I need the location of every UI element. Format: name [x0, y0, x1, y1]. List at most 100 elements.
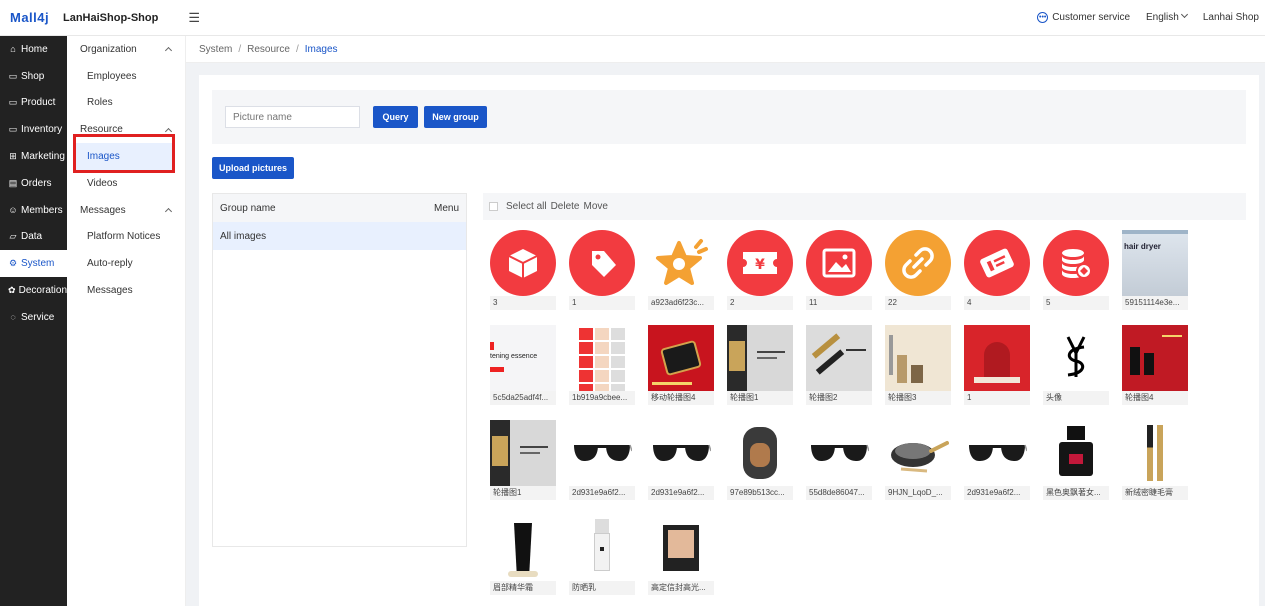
sidebar-item-inventory[interactable]: ▭ Inventory	[0, 116, 67, 143]
image-card[interactable]: 11	[806, 230, 872, 312]
sidebar-item-label: Marketing	[21, 151, 65, 163]
move-action[interactable]: Move	[583, 201, 607, 212]
image-card[interactable]: hair dryer 59151114e3e...	[1122, 230, 1188, 312]
sidebar-item-label: Shop	[21, 70, 45, 82]
sidebar-item-service[interactable]: ◌ Service	[0, 304, 67, 331]
sidebar-item-decoration[interactable]: ✿ Decoration	[0, 277, 67, 304]
select-all-checkbox[interactable]	[489, 202, 498, 211]
header-right: ••• Customer service English Lanhai Shop	[1037, 10, 1265, 23]
image-card[interactable]: tening essence 5c5da25adf4f...	[490, 325, 556, 407]
image-card[interactable]: 1b919a9cbee...	[569, 325, 635, 407]
banner-text-line	[520, 452, 540, 454]
breadcrumb-current: Images	[304, 43, 338, 55]
language-label: English	[1146, 12, 1179, 23]
group-name-header: Group name	[220, 202, 276, 214]
image-card[interactable]: 4	[964, 230, 1030, 312]
submenu-item-platform-notices[interactable]: Platform Notices	[67, 224, 185, 251]
image-caption: 2d931e9a6f2...	[569, 486, 635, 500]
image-card[interactable]: 22	[885, 230, 951, 312]
orders-icon: ▤	[8, 177, 18, 188]
delete-action[interactable]: Delete	[551, 201, 580, 212]
sidebar-item-members[interactable]: ☺ Members	[0, 197, 67, 224]
sidebar-item-marketing[interactable]: ⊞ Marketing	[0, 143, 67, 170]
banner-text-line	[520, 446, 548, 448]
image-card[interactable]: 黑色奥飘著女...	[1043, 420, 1109, 502]
image-card[interactable]: 3	[490, 230, 556, 312]
image-card[interactable]: 1	[964, 325, 1030, 407]
submenu-group-messages[interactable]: Messages	[67, 197, 185, 224]
submenu-item-messages[interactable]: Messages	[67, 277, 185, 304]
banner-text-line	[1162, 335, 1182, 337]
sidebar-item-shop[interactable]: ▭ Shop	[0, 63, 67, 90]
image-caption: 高定信封高光...	[648, 581, 714, 595]
breadcrumb-separator: /	[295, 43, 299, 55]
image-card[interactable]: 2d931e9a6f2...	[648, 420, 714, 502]
mascara-wand	[1147, 425, 1153, 481]
sunglasses-image	[569, 420, 635, 486]
image-card[interactable]: 头像	[1043, 325, 1109, 407]
sidebar-item-product[interactable]: ▭ Product	[0, 90, 67, 117]
image-caption: 3	[490, 296, 556, 310]
upload-pictures-button[interactable]: Upload pictures	[212, 157, 294, 179]
ysl-logo-image	[1043, 325, 1109, 391]
submenu-item-videos[interactable]: Videos	[67, 170, 185, 197]
link-icon	[885, 230, 951, 296]
image-card[interactable]: 新绒密睫毛膏	[1122, 420, 1188, 502]
compact-image	[648, 515, 714, 581]
gold-banner-image	[806, 325, 872, 391]
mascara-image	[1122, 420, 1188, 486]
highlight-annotation	[73, 134, 175, 173]
image-card[interactable]: 高定信封高光...	[648, 515, 714, 597]
image-card[interactable]: 1	[569, 230, 635, 312]
breadcrumb-item[interactable]: Resource	[247, 44, 290, 55]
image-card[interactable]: 轮播图3	[885, 325, 951, 407]
bottle-body	[594, 533, 610, 571]
submenu-item-roles[interactable]: Roles	[67, 90, 185, 117]
banner-text-line	[846, 349, 866, 351]
user-name[interactable]: Lanhai Shop	[1203, 12, 1259, 23]
shop-icon: ▭	[8, 70, 18, 81]
sidebar-item-home[interactable]: ⌂ Home	[0, 36, 67, 63]
customer-service-link[interactable]: ••• Customer service	[1037, 12, 1130, 23]
submenu-item-employees[interactable]: Employees	[67, 63, 185, 90]
image-card[interactable]: 9HJN_LqoD_...	[885, 420, 951, 502]
image-card[interactable]: 防晒乳	[569, 515, 635, 597]
image-card[interactable]: 5	[1043, 230, 1109, 312]
select-all-label[interactable]: Select all	[506, 201, 547, 212]
image-card[interactable]: 2d931e9a6f2...	[964, 420, 1030, 502]
collapse-menu-icon[interactable]: ☰	[188, 10, 200, 26]
lipstick	[1144, 353, 1154, 375]
picture-name-input[interactable]	[225, 106, 360, 128]
group-row-all-images[interactable]: All images	[213, 222, 466, 250]
image-caption: 轮播图2	[806, 391, 872, 405]
submenu-group-organization[interactable]: Organization	[67, 36, 185, 63]
image-card[interactable]: 眉部精华霜	[490, 515, 556, 597]
image-caption: 防晒乳	[569, 581, 635, 595]
image-card[interactable]: 轮播图1	[490, 420, 556, 502]
image-card[interactable]: 97e89b513cc...	[727, 420, 793, 502]
breadcrumb-item[interactable]: System	[199, 44, 232, 55]
sidebar-item-system[interactable]: ⚙ System	[0, 250, 67, 278]
ticket-icon: ¥	[727, 230, 793, 296]
language-select[interactable]: English	[1146, 10, 1188, 23]
image-card[interactable]: 轮播图4	[1122, 325, 1188, 407]
submenu-group-label: Messages	[80, 204, 126, 216]
image-card[interactable]: 轮播图1	[727, 325, 793, 407]
image-card[interactable]: a923ad6f23c...	[648, 230, 714, 312]
sidebar-item-orders[interactable]: ▤ Orders	[0, 170, 67, 197]
image-card[interactable]: 2d931e9a6f2...	[569, 420, 635, 502]
product-icon: ▭	[8, 97, 18, 108]
image-card[interactable]: 55d8de86047...	[806, 420, 872, 502]
submenu-item-auto-reply[interactable]: Auto-reply	[67, 250, 185, 277]
gear-icon: ⚙	[8, 258, 18, 269]
image-caption: 55d8de86047...	[806, 486, 872, 500]
shop-name: LanHaiShop-Shop	[63, 11, 159, 24]
image-card[interactable]: 轮播图2	[806, 325, 872, 407]
image-card[interactable]: 移动轮播图4	[648, 325, 714, 407]
new-group-button[interactable]: New group	[424, 106, 487, 128]
image-card[interactable]: ¥2	[727, 230, 793, 312]
chevron-up-icon	[164, 47, 173, 55]
customer-service-label: Customer service	[1052, 12, 1131, 23]
sidebar-item-data[interactable]: ▱ Data	[0, 224, 67, 251]
query-button[interactable]: Query	[373, 106, 418, 128]
